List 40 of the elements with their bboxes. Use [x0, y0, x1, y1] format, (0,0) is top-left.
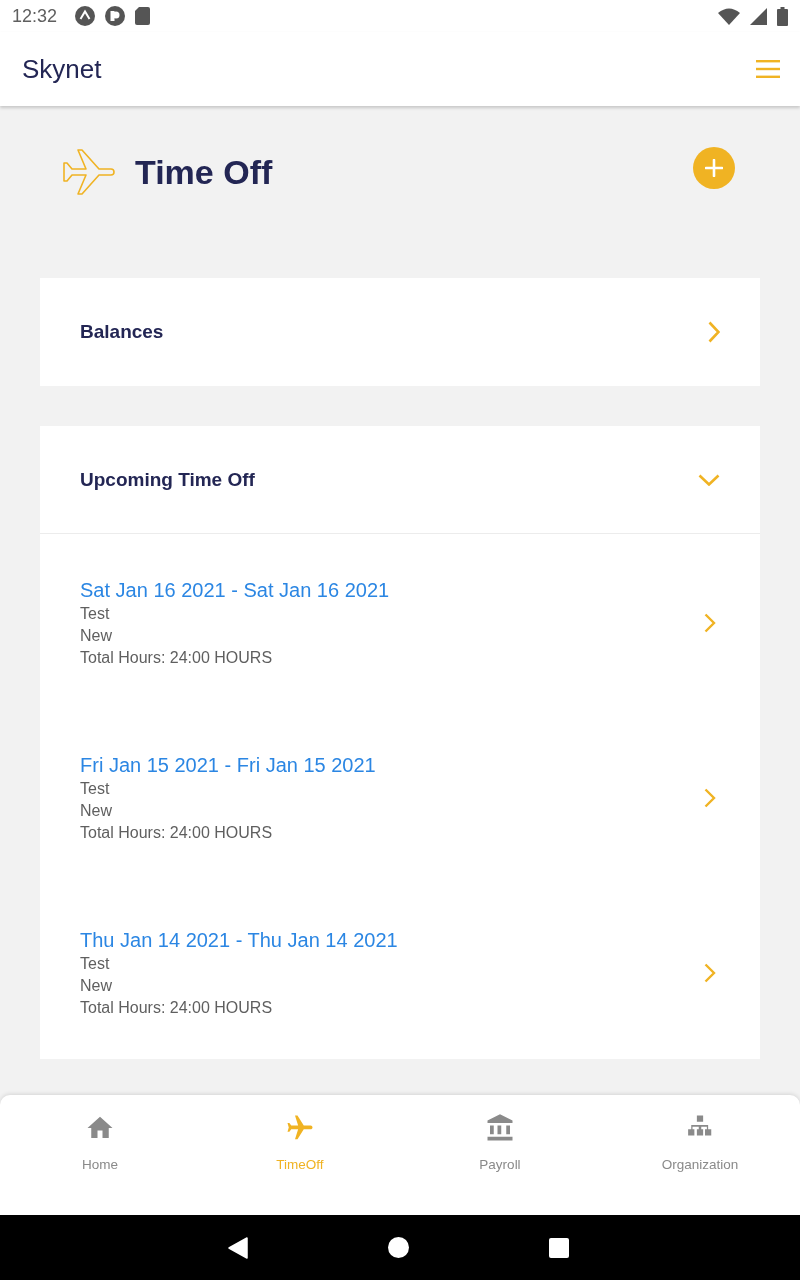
- leave-type-text: Test: [80, 604, 111, 624]
- status-time: 12:32: [12, 5, 58, 27]
- chevron-right-icon[interactable]: [708, 321, 720, 343]
- status-text: New: [80, 976, 113, 996]
- page-title: Time Off: [135, 152, 274, 192]
- chevron-down-icon[interactable]: [698, 473, 720, 486]
- wifi-icon: [718, 7, 740, 25]
- total-hours-text: Total Hours: 24:00 HOURS: [80, 823, 274, 843]
- home-circle-icon[interactable]: [387, 1237, 409, 1258]
- total-hours-text: Total Hours: 24:00 HOURS: [80, 648, 274, 668]
- bank-icon: [485, 1113, 515, 1143]
- nav-tab[interactable]: TimeOff: [200, 1095, 400, 1215]
- back-icon[interactable]: [227, 1236, 248, 1259]
- airplane-outline-icon: [62, 147, 116, 197]
- leave-type-text: Test: [80, 779, 111, 799]
- caret-circle-icon: [75, 6, 96, 26]
- p-circle-icon: [105, 6, 126, 26]
- total-hours-text: Total Hours: 24:00 HOURS: [80, 998, 274, 1018]
- recents-square-icon[interactable]: [548, 1237, 569, 1258]
- nav-tab[interactable]: Home: [0, 1095, 200, 1215]
- date-range-link[interactable]: Sat Jan 16 2021 - Sat Jan 16 2021: [80, 577, 704, 603]
- nav-tab[interactable]: Organization: [600, 1095, 800, 1215]
- section-title[interactable]: Balances: [80, 321, 164, 343]
- status-text: New: [80, 626, 113, 646]
- menu-icon[interactable]: [756, 60, 780, 78]
- section-title[interactable]: Upcoming Time Off: [80, 468, 255, 491]
- leave-type-text: Test: [80, 954, 111, 974]
- battery-icon: [777, 6, 788, 26]
- plus-icon: [705, 159, 723, 177]
- chevron-right-icon[interactable]: [704, 788, 716, 808]
- app-title: Skynet: [22, 53, 102, 85]
- status-text: New: [80, 801, 113, 821]
- date-range-link[interactable]: Fri Jan 15 2021 - Fri Jan 15 2021: [80, 752, 704, 778]
- signal-icon: [750, 7, 767, 25]
- nav-tab[interactable]: Payroll: [400, 1095, 600, 1215]
- add-button[interactable]: [693, 147, 735, 189]
- date-range-link[interactable]: Thu Jan 14 2021 - Thu Jan 14 2021: [80, 927, 704, 953]
- chevron-right-icon[interactable]: [704, 963, 716, 983]
- chevron-right-icon[interactable]: [704, 613, 716, 633]
- sd-card-icon: [135, 7, 151, 25]
